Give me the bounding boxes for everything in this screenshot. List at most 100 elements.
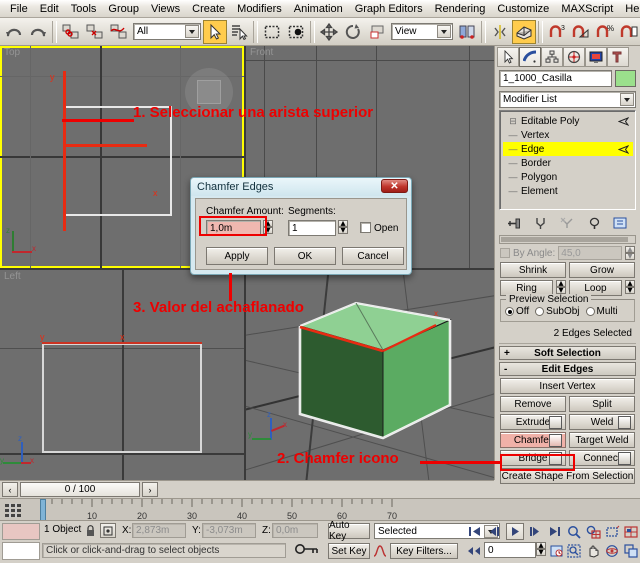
configure-modifier-sets-icon[interactable]: [611, 214, 631, 232]
arc-rotate-icon[interactable]: [603, 542, 621, 559]
weld-button[interactable]: Weld: [569, 414, 635, 430]
reference-coordinate-combo[interactable]: View: [391, 23, 453, 40]
key-toggle-icon[interactable]: [290, 541, 324, 557]
cancel-button[interactable]: Cancel: [342, 247, 404, 265]
open-mini-curve-editor-icon[interactable]: [2, 501, 24, 519]
use-pivot-center-icon[interactable]: [455, 20, 479, 44]
preview-multi-radio[interactable]: [586, 307, 595, 316]
shrink-button[interactable]: Shrink: [500, 262, 566, 278]
chamfer-settings-icon[interactable]: [549, 434, 562, 447]
loop-spinner[interactable]: ▴▾: [625, 280, 635, 296]
current-frame-icon[interactable]: [466, 543, 482, 559]
menu-item-group[interactable]: Group: [102, 1, 145, 17]
timeline-next-button[interactable]: ›: [142, 482, 158, 497]
play-animation-icon[interactable]: [506, 523, 524, 540]
dialog-title-bar[interactable]: Chamfer Edges ✕: [191, 178, 411, 196]
time-slider-handle[interactable]: [40, 499, 46, 521]
bind-space-warp-icon[interactable]: [107, 20, 131, 44]
spinner-snap-icon[interactable]: [617, 20, 640, 44]
extrude-button[interactable]: Extrude: [500, 414, 566, 430]
preview-off-radio[interactable]: [505, 307, 514, 316]
object-name-field[interactable]: 1_1000_Casilla: [499, 70, 612, 87]
previous-frame-icon[interactable]: [486, 523, 504, 540]
expand-collapse-icon[interactable]: ⊟: [505, 116, 521, 127]
selection-filter-combo[interactable]: All: [133, 23, 201, 40]
zoom-all-icon[interactable]: [584, 523, 602, 540]
go-to-start-icon[interactable]: [466, 523, 484, 540]
menu-item-rendering[interactable]: Rendering: [429, 1, 492, 17]
set-key-filters-curve-icon[interactable]: [372, 543, 388, 559]
close-icon[interactable]: ✕: [381, 179, 408, 193]
ok-button[interactable]: OK: [274, 247, 336, 265]
chevron-down-icon[interactable]: [437, 25, 451, 38]
undo-icon[interactable]: [2, 20, 26, 44]
segments-spinner[interactable]: ▴▾: [338, 220, 348, 236]
select-and-move-icon[interactable]: [317, 20, 341, 44]
segments-input[interactable]: 1: [288, 220, 336, 236]
rollout-toggle-icon[interactable]: +: [504, 348, 510, 359]
zoom-extents-icon[interactable]: [603, 523, 621, 540]
insert-vertex-button[interactable]: Insert Vertex: [500, 378, 635, 394]
target-weld-button[interactable]: Target Weld: [569, 432, 635, 448]
rollout-soft-selection[interactable]: + Soft Selection: [499, 346, 636, 360]
menu-item-modifiers[interactable]: Modifiers: [231, 1, 288, 17]
select-and-rotate-icon[interactable]: [341, 20, 365, 44]
zoom-region-icon[interactable]: [565, 542, 583, 559]
maximize-viewport-icon[interactable]: [622, 542, 640, 559]
create-tab-icon[interactable]: [497, 47, 519, 67]
menu-item-views[interactable]: Views: [145, 1, 186, 17]
go-to-end-icon[interactable]: [546, 523, 564, 540]
timeline-prev-button[interactable]: ‹: [2, 482, 18, 497]
stack-item-vertex[interactable]: — Vertex: [503, 128, 633, 142]
angle-snap-icon[interactable]: [569, 20, 593, 44]
rectangular-selection-region-icon[interactable]: [260, 20, 284, 44]
menu-item-file[interactable]: File: [4, 1, 34, 17]
pan-icon[interactable]: [584, 542, 602, 559]
current-frame-spinner[interactable]: ▴▾: [536, 542, 546, 558]
by-angle-spinner[interactable]: ▴▾: [625, 246, 635, 260]
key-filters-button[interactable]: Key Filters...: [390, 543, 458, 559]
menu-item-maxscript[interactable]: MAXScript: [555, 1, 619, 17]
stack-item-element[interactable]: — Element: [503, 184, 633, 198]
split-button[interactable]: Split: [569, 396, 635, 412]
make-unique-icon[interactable]: [557, 214, 577, 232]
track-bar[interactable]: 01020 304050 6070: [0, 498, 640, 520]
mini-listener-pink[interactable]: [2, 523, 40, 540]
select-link-icon[interactable]: [59, 20, 83, 44]
menu-item-animation[interactable]: Animation: [288, 1, 349, 17]
stack-item-editable-poly[interactable]: ⊟ Editable Poly: [503, 114, 633, 128]
stack-item-edge[interactable]: — Edge: [503, 142, 633, 156]
align-icon[interactable]: [512, 20, 536, 44]
preview-subobj-radio[interactable]: [535, 307, 544, 316]
weld-settings-icon[interactable]: [618, 416, 631, 429]
chevron-down-icon[interactable]: [185, 25, 199, 38]
z-coordinate-field[interactable]: 0,0m: [272, 523, 318, 538]
stack-item-border[interactable]: — Border: [503, 156, 633, 170]
modifier-list-dropdown[interactable]: Modifier List: [499, 91, 636, 108]
unlink-icon[interactable]: [83, 20, 107, 44]
menu-item-customize[interactable]: Customize: [491, 1, 555, 17]
grow-button[interactable]: Grow: [569, 262, 635, 278]
select-object-icon[interactable]: [203, 20, 227, 44]
menu-item-tools[interactable]: Tools: [65, 1, 103, 17]
set-key-button[interactable]: Set Key: [328, 543, 370, 559]
stack-item-polygon[interactable]: — Polygon: [503, 170, 633, 184]
chevron-down-icon[interactable]: [620, 93, 634, 106]
display-tab-icon[interactable]: [585, 47, 607, 67]
open-checkbox[interactable]: [360, 222, 371, 233]
menu-item-create[interactable]: Create: [186, 1, 231, 17]
rollout-edit-edges[interactable]: - Edit Edges: [499, 362, 636, 376]
pin-stack-icon[interactable]: [504, 214, 524, 232]
show-end-result-icon[interactable]: [531, 214, 551, 232]
scrollbar-thumb[interactable]: [501, 237, 628, 242]
zoom-extents-all-icon[interactable]: [622, 523, 640, 540]
select-and-scale-icon[interactable]: [365, 20, 389, 44]
auto-key-button[interactable]: Auto Key: [328, 523, 370, 539]
time-configuration-icon[interactable]: [548, 542, 564, 558]
by-angle-field[interactable]: 45,0: [558, 246, 622, 260]
remove-button[interactable]: Remove: [500, 396, 566, 412]
utilities-tab-icon[interactable]: [607, 47, 629, 67]
connect-button[interactable]: Connect: [569, 450, 635, 466]
x-coordinate-field[interactable]: 2,873m: [132, 523, 186, 538]
zoom-icon[interactable]: [565, 523, 583, 540]
